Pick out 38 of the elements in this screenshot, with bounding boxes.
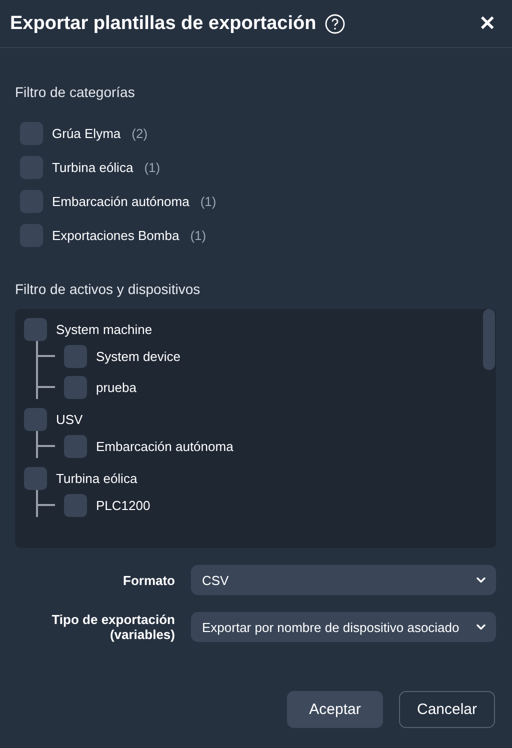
cancel-button[interactable]: Cancelar [399, 691, 495, 728]
category-count: (2) [132, 126, 148, 141]
select-field[interactable]: Exportar por nombre de dispositivo asociado [191, 612, 496, 642]
category-count: (1) [144, 160, 160, 175]
section-label: Filtro de activos y dispositivos [15, 281, 202, 297]
checkbox[interactable] [64, 434, 87, 458]
category-count: (1) [190, 228, 206, 243]
checkbox[interactable] [20, 122, 43, 145]
field-label: Tipo de exportación (variables) [50, 612, 175, 642]
tree-item[interactable]: USV [56, 412, 83, 427]
dialog-title: Exportar plantillas de exportación [10, 12, 316, 34]
tree-item[interactable]: System machine [56, 322, 152, 337]
accept-button[interactable]: Aceptar [287, 691, 383, 728]
checkbox[interactable] [20, 190, 43, 213]
tree-item[interactable]: System device [96, 348, 181, 364]
category-label: Turbina eólica [52, 160, 134, 175]
tree-item[interactable]: Turbina eólica [56, 471, 138, 486]
category-count: (1) [200, 194, 216, 209]
checkbox[interactable] [64, 344, 87, 368]
checkbox[interactable] [24, 318, 47, 341]
checkbox[interactable] [24, 408, 47, 431]
checkbox[interactable] [20, 156, 43, 179]
section-label: Filtro de categorías [15, 84, 136, 100]
field-label: Formato [122, 572, 175, 588]
tree-item[interactable]: PLC1200 [96, 498, 150, 512]
help-icon[interactable] [325, 14, 346, 34]
category-label: Grúa Elyma [52, 126, 121, 141]
checkbox[interactable] [64, 376, 87, 398]
scrollbar[interactable] [483, 309, 495, 370]
checkbox[interactable] [20, 224, 43, 247]
category-label: Embarcación autónoma [52, 194, 190, 209]
tree-item[interactable]: prueba [96, 380, 136, 394]
checkbox[interactable] [24, 467, 47, 490]
tree-item[interactable]: Embarcación autónoma [96, 438, 234, 454]
category-label: Exportaciones Bomba [52, 228, 180, 243]
select-field[interactable]: CSV [191, 565, 496, 595]
close-button[interactable]: ✕ [475, 14, 500, 34]
checkbox[interactable] [64, 494, 87, 516]
